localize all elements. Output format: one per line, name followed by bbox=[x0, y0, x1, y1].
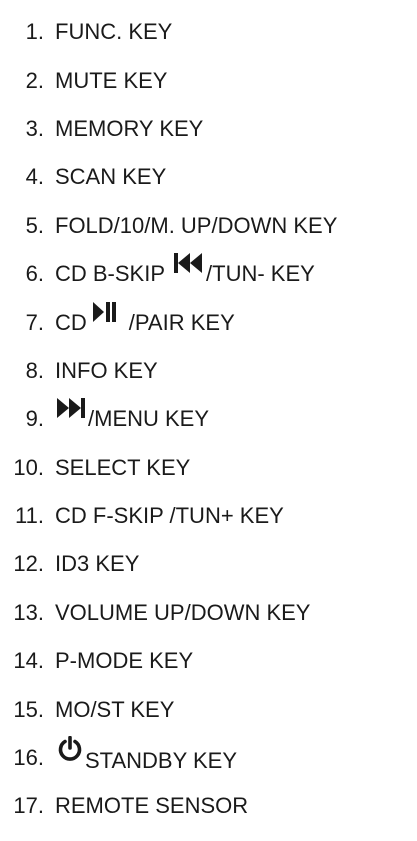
item-label: SCAN KEY bbox=[55, 164, 167, 190]
item-number: 14. bbox=[13, 648, 44, 674]
list-item: 8. INFO KEY bbox=[0, 347, 417, 395]
item-label: REMOTE SENSOR bbox=[55, 793, 249, 819]
item-number: 5. bbox=[25, 212, 44, 238]
list-item: 10. SELECT KEY bbox=[0, 444, 417, 492]
item-label-prefix: CD bbox=[55, 309, 87, 335]
list-item: 3. MEMORY KEY bbox=[0, 105, 417, 153]
item-label: INFO KEY bbox=[55, 357, 158, 383]
play-pause-icon bbox=[92, 301, 117, 322]
item-number: 12. bbox=[13, 551, 44, 577]
list-item: 9. /MENU KEY bbox=[0, 395, 417, 443]
item-number: 17. bbox=[13, 793, 44, 819]
list-item: 15. MO/ST KEY bbox=[0, 685, 417, 733]
skip-back-icon bbox=[174, 253, 204, 274]
list-item: 5. FOLD/10/M. UP/DOWN KEY bbox=[0, 202, 417, 250]
item-label: ID3 KEY bbox=[55, 551, 140, 577]
item-number: 6. bbox=[25, 261, 44, 287]
list-item: 2. MUTE KEY bbox=[0, 56, 417, 104]
item-number: 13. bbox=[13, 599, 44, 625]
item-label: VOLUME UP/DOWN KEY bbox=[55, 599, 311, 625]
item-label: SELECT KEY bbox=[55, 454, 191, 480]
list-item: 7. CD /PAIR KEY bbox=[0, 298, 417, 346]
item-number: 16. bbox=[13, 745, 44, 771]
item-label-suffix: /MENU KEY bbox=[88, 406, 210, 432]
item-label: /MENU KEY bbox=[55, 398, 210, 432]
item-number: 4. bbox=[25, 164, 44, 190]
list-item: 1. FUNC. KEY bbox=[0, 8, 417, 56]
list-item: 16. STANDBY KEY bbox=[0, 734, 417, 782]
list-item: 13. VOLUME UP/DOWN KEY bbox=[0, 589, 417, 637]
list-item: 11. CD F-SKIP /TUN+ KEY bbox=[0, 492, 417, 540]
power-icon bbox=[57, 736, 83, 762]
key-list: 1. FUNC. KEY 2. MUTE KEY 3. MEMORY KEY 4… bbox=[0, 0, 417, 831]
item-label-suffix: /TUN- KEY bbox=[206, 261, 315, 287]
item-number: 9. bbox=[25, 406, 44, 432]
item-number: 15. bbox=[13, 696, 44, 722]
list-item: 4. SCAN KEY bbox=[0, 153, 417, 201]
item-label: CD B-SKIP /TUN- KEY bbox=[55, 253, 315, 287]
item-number: 7. bbox=[25, 309, 44, 335]
item-label: MUTE KEY bbox=[55, 67, 168, 93]
list-item: 6. CD B-SKIP /TUN- KEY bbox=[0, 250, 417, 298]
item-label-prefix: CD B-SKIP bbox=[55, 261, 166, 287]
item-label: MO/ST KEY bbox=[55, 696, 175, 722]
item-number: 8. bbox=[25, 357, 44, 383]
list-item: 12. ID3 KEY bbox=[0, 540, 417, 588]
item-number: 11. bbox=[15, 503, 44, 529]
item-number: 2. bbox=[25, 67, 44, 93]
item-label: CD F-SKIP /TUN+ KEY bbox=[55, 503, 284, 529]
item-label-suffix: STANDBY KEY bbox=[85, 748, 238, 774]
item-label: FUNC. KEY bbox=[55, 19, 173, 45]
item-number: 10. bbox=[13, 454, 44, 480]
item-label: STANDBY KEY bbox=[55, 736, 238, 774]
item-label-suffix: /PAIR KEY bbox=[128, 309, 235, 335]
list-item: 17. REMOTE SENSOR bbox=[0, 782, 417, 830]
item-label: FOLD/10/M. UP/DOWN KEY bbox=[55, 212, 338, 238]
item-label: CD /PAIR KEY bbox=[55, 301, 235, 336]
item-number: 1. bbox=[25, 19, 44, 45]
item-label: P-MODE KEY bbox=[55, 648, 194, 674]
list-item: 14. P-MODE KEY bbox=[0, 637, 417, 685]
item-label: MEMORY KEY bbox=[55, 115, 204, 141]
item-number: 3. bbox=[25, 115, 44, 141]
skip-forward-icon bbox=[57, 398, 87, 419]
